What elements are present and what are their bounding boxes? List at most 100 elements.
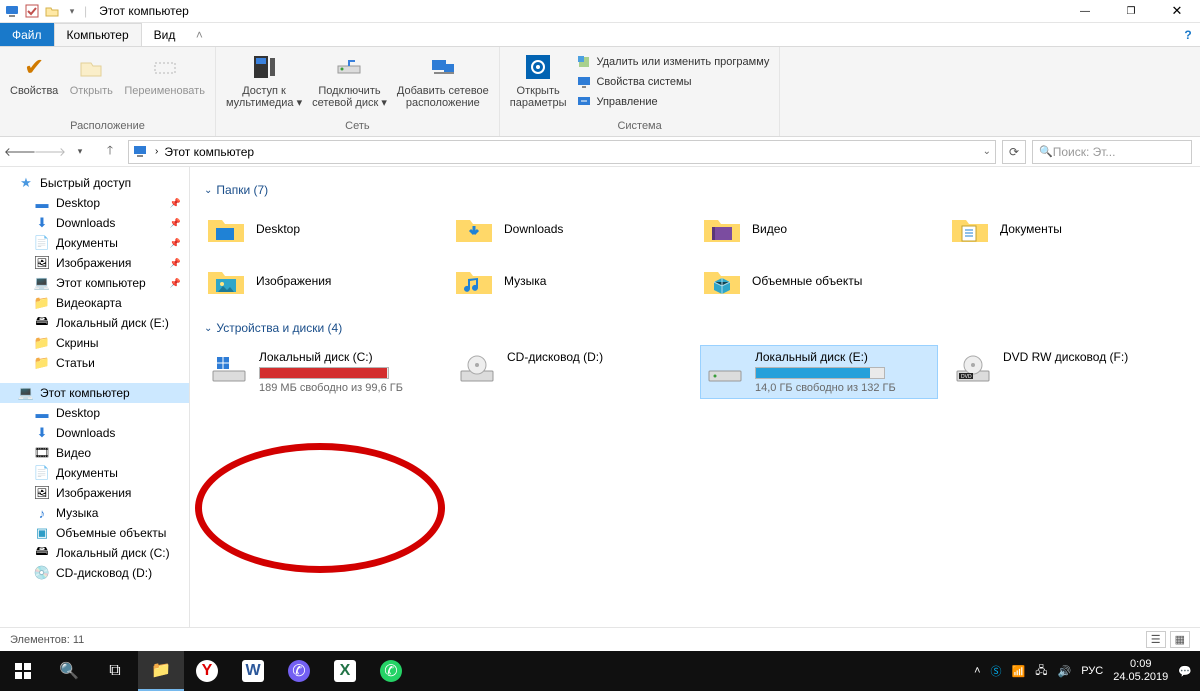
- sidebar-documents2[interactable]: 📄Документы: [0, 463, 189, 483]
- sidebar-quick-access[interactable]: ★Быстрый доступ: [0, 173, 189, 193]
- open-button[interactable]: Открыть: [64, 49, 118, 99]
- tab-file[interactable]: Файл: [0, 23, 54, 46]
- whatsapp-task-button[interactable]: ✆: [368, 651, 414, 691]
- drive-f[interactable]: DVD DVD RW дисковод (F:): [948, 345, 1186, 399]
- ribbon-collapse-button[interactable]: ˄: [187, 23, 211, 46]
- drive-c[interactable]: Локальный диск (C:) 189 МБ свободно из 9…: [204, 345, 442, 399]
- sidebar-videocard[interactable]: 📁Видеокарта: [0, 293, 189, 313]
- word-task-button[interactable]: W: [230, 651, 276, 691]
- qat-folder-icon[interactable]: [44, 3, 60, 19]
- open-settings-button[interactable]: Открытьпараметры: [506, 49, 571, 111]
- capacity-bar: [755, 367, 885, 379]
- sidebar-this-pc[interactable]: 💻Этот компьютер: [0, 383, 189, 403]
- minimize-button[interactable]: —: [1062, 0, 1108, 23]
- maximize-button[interactable]: ❐: [1108, 0, 1154, 23]
- volume-icon[interactable]: 🔊: [1058, 665, 1072, 678]
- section-drives-header[interactable]: ⌄Устройства и диски (4): [204, 321, 1186, 335]
- sidebar-this-pc-pinned[interactable]: 💻Этот компьютер📌: [0, 273, 189, 293]
- language-indicator[interactable]: РУС: [1081, 665, 1103, 677]
- rename-button[interactable]: Переименовать: [120, 49, 209, 99]
- refresh-button[interactable]: ⟳: [1002, 140, 1026, 164]
- help-button[interactable]: ?: [1176, 23, 1200, 46]
- folder-3dobjects[interactable]: Объемные объекты: [700, 259, 938, 303]
- qat-dropdown-icon[interactable]: ▾: [64, 3, 80, 19]
- sidebar-music[interactable]: ♪Музыка: [0, 503, 189, 523]
- sidebar-video[interactable]: 🎞Видео: [0, 443, 189, 463]
- sidebar-desktop[interactable]: ▬Desktop📌: [0, 193, 189, 213]
- wifi-icon[interactable]: 📶: [1012, 665, 1026, 678]
- sidebar-screens[interactable]: 📁Скрины: [0, 333, 189, 353]
- yandex-task-button[interactable]: Y: [184, 651, 230, 691]
- this-pc-icon: 💻: [34, 275, 50, 291]
- add-network-button[interactable]: Добавить сетевоерасположение: [393, 49, 493, 111]
- item-count: Элементов: 11: [10, 634, 84, 646]
- folder-desktop[interactable]: Desktop: [204, 207, 442, 251]
- tiles-view-button[interactable]: ▦: [1170, 631, 1190, 648]
- up-button[interactable]: 🡑: [98, 140, 122, 164]
- uninstall-program-button[interactable]: Удалить или изменить программу: [572, 53, 773, 71]
- sidebar-articles[interactable]: 📁Статьи: [0, 353, 189, 373]
- drive-e[interactable]: Локальный диск (E:) 14,0 ГБ свободно из …: [700, 345, 938, 399]
- search-button[interactable]: 🔍: [46, 651, 92, 691]
- rename-icon: [149, 51, 181, 83]
- sidebar-3dobjects[interactable]: ▣Объемные объекты: [0, 523, 189, 543]
- map-drive-button[interactable]: Подключитьсетевой диск ▾: [308, 49, 391, 111]
- tab-view[interactable]: Вид: [142, 23, 188, 46]
- pin-icon: 📌: [170, 238, 181, 249]
- sidebar-local-c[interactable]: 🖴Локальный диск (C:): [0, 543, 189, 563]
- cube-icon: ▣: [34, 525, 50, 541]
- notifications-button[interactable]: 💬: [1178, 665, 1192, 678]
- start-button[interactable]: [0, 651, 46, 691]
- sidebar-local-e[interactable]: 🖴Локальный диск (E:): [0, 313, 189, 333]
- folder-icon: 📁: [34, 335, 50, 351]
- recent-dropdown[interactable]: ▾: [68, 140, 92, 164]
- content-pane[interactable]: ⌄Папки (7) Desktop Downloads Видео Докум…: [190, 167, 1200, 651]
- breadcrumb[interactable]: › Этот компьютер ⌄: [128, 140, 996, 164]
- details-view-button[interactable]: ☰: [1146, 631, 1166, 648]
- sidebar-downloads2[interactable]: ⬇Downloads: [0, 423, 189, 443]
- back-button[interactable]: 🡐: [8, 140, 32, 164]
- disc-icon: 💿: [34, 565, 50, 581]
- folder-documents[interactable]: Документы: [948, 207, 1186, 251]
- checkmark-icon: ✔: [18, 51, 50, 83]
- media-access-button[interactable]: Доступ кмультимедиа ▾: [222, 49, 306, 111]
- folder-video[interactable]: Видео: [700, 207, 938, 251]
- sidebar-desktop2[interactable]: ▬Desktop: [0, 403, 189, 423]
- system-properties-button[interactable]: Свойства системы: [572, 73, 773, 91]
- properties-button[interactable]: ✔ Свойства: [6, 49, 62, 99]
- manage-button[interactable]: Управление: [572, 93, 773, 111]
- explorer-task-button[interactable]: 📁: [138, 651, 184, 691]
- clock[interactable]: 0:09 24.05.2019: [1113, 658, 1168, 684]
- folder-music[interactable]: Музыка: [452, 259, 690, 303]
- desktop-icon: ▬: [34, 195, 50, 211]
- drive-icon: 🖴: [34, 545, 50, 561]
- tab-computer[interactable]: Компьютер: [54, 23, 142, 46]
- tray-chevron-icon[interactable]: ˄: [974, 665, 980, 677]
- sidebar-pictures2[interactable]: 🖼Изображения: [0, 483, 189, 503]
- skype-tray-icon[interactable]: Ⓢ: [991, 663, 1002, 679]
- qat-checkbox-icon[interactable]: [24, 3, 40, 19]
- forward-button[interactable]: 🡒: [38, 140, 62, 164]
- viber-task-button[interactable]: ✆: [276, 651, 322, 691]
- sidebar-cd-d[interactable]: 💿CD-дисковод (D:): [0, 563, 189, 583]
- network-icon[interactable]: 🖧: [1035, 662, 1047, 681]
- section-folders-header[interactable]: ⌄Папки (7): [204, 183, 1186, 197]
- video-icon: 🎞: [34, 445, 50, 461]
- this-pc-icon: [4, 3, 20, 19]
- folder-downloads[interactable]: Downloads: [452, 207, 690, 251]
- system-tray[interactable]: ˄ Ⓢ 📶 🖧 🔊 РУС 0:09 24.05.2019 💬: [974, 658, 1200, 684]
- sidebar-downloads[interactable]: ⬇Downloads📌: [0, 213, 189, 233]
- titlebar: ▾ | Этот компьютер — ❐ ✕: [0, 0, 1200, 23]
- folder-icon: 📁: [34, 355, 50, 371]
- sidebar-pictures[interactable]: 🖼Изображения📌: [0, 253, 189, 273]
- task-view-button[interactable]: ⧉: [92, 651, 138, 691]
- sidebar-documents[interactable]: 📄Документы📌: [0, 233, 189, 253]
- folder-pictures[interactable]: Изображения: [204, 259, 442, 303]
- manage-icon: [576, 94, 592, 110]
- close-button[interactable]: ✕: [1154, 0, 1200, 23]
- navigation-pane[interactable]: ★Быстрый доступ ▬Desktop📌 ⬇Downloads📌 📄Д…: [0, 167, 190, 651]
- search-input[interactable]: 🔍 Поиск: Эт...: [1032, 140, 1192, 164]
- drive-d[interactable]: CD-дисковод (D:): [452, 345, 690, 399]
- taskbar[interactable]: 🔍 ⧉ 📁 Y W ✆ X ✆ ˄ Ⓢ 📶 🖧 🔊 РУС 0:09 24.05…: [0, 651, 1200, 691]
- excel-task-button[interactable]: X: [322, 651, 368, 691]
